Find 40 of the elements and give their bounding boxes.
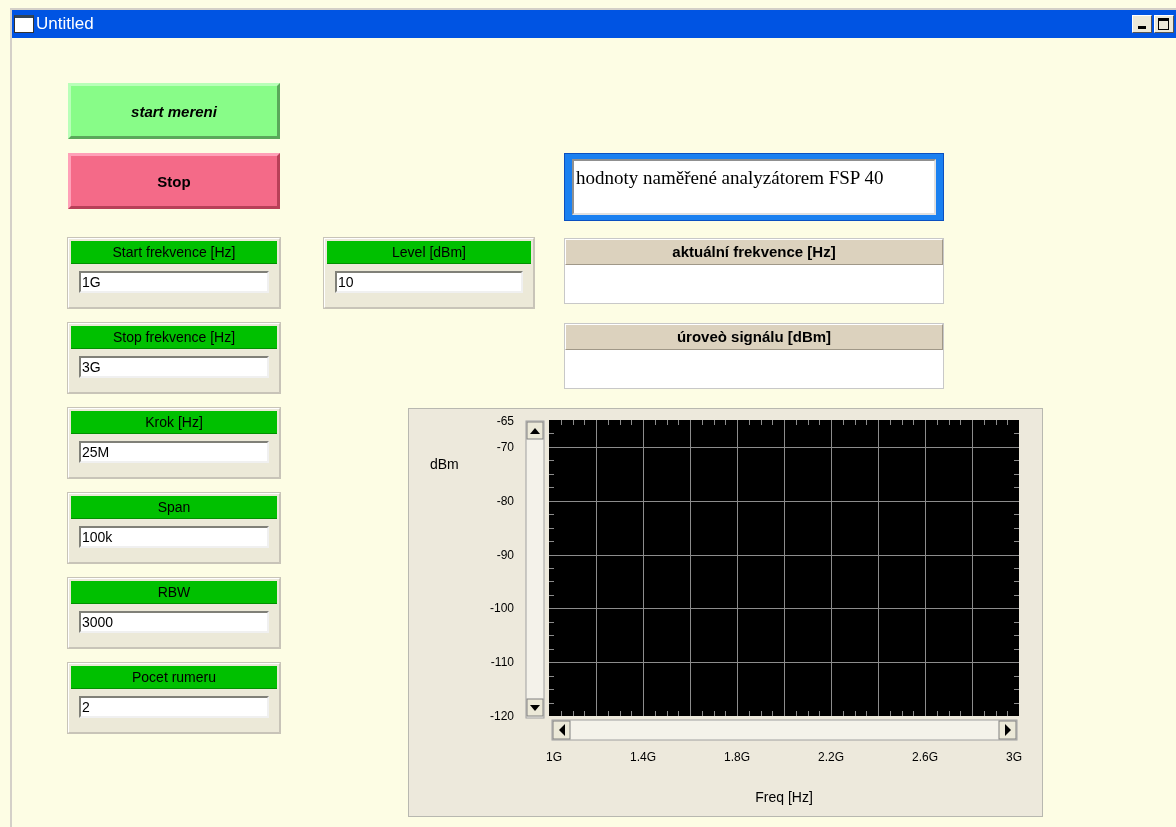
y-tick-label: -65 — [496, 414, 514, 428]
input-field[interactable]: 25M — [79, 441, 269, 463]
horizontal-scrollbar[interactable] — [551, 719, 1018, 741]
start-button[interactable]: start mereni — [68, 83, 280, 139]
x-tick-label: 2.2G — [818, 750, 844, 764]
field-label: Span — [71, 496, 277, 519]
input-field[interactable]: 3000 — [79, 611, 269, 633]
x-tick-label: 3G — [1006, 750, 1022, 764]
minimize-button[interactable] — [1132, 15, 1152, 33]
field-label: Level [dBm] — [327, 241, 531, 264]
field-label: Stop frekvence [Hz] — [71, 326, 277, 349]
vertical-scrollbar[interactable] — [525, 420, 545, 719]
y-tick-label: -80 — [496, 493, 514, 508]
input-field[interactable]: 3G — [79, 356, 269, 378]
input-field[interactable]: 1G — [79, 271, 269, 293]
y-tick-label: -70 — [496, 439, 514, 454]
maximize-button[interactable] — [1154, 15, 1174, 33]
window-icon — [14, 15, 34, 33]
x-tick-label: 2.6G — [912, 750, 938, 764]
readout-label: úroveò signálu [dBm] — [565, 324, 943, 350]
field-label: Start frekvence [Hz] — [71, 241, 277, 264]
y-tick-label: -110 — [490, 655, 514, 670]
stop-button[interactable]: Stop — [68, 153, 280, 209]
x-tick-label: 1.8G — [724, 750, 750, 764]
input-field[interactable]: 100k — [79, 526, 269, 548]
x-tick-label: 1G — [546, 750, 562, 764]
window-title: Untitled — [36, 14, 94, 34]
field-label: Pocet rumeru — [71, 666, 277, 689]
y-tick-label: -120 — [489, 709, 514, 723]
y-axis-title: dBm — [430, 456, 459, 472]
y-tick-label: -90 — [496, 547, 514, 562]
input-field[interactable]: 10 — [335, 271, 523, 293]
readout-label: aktuální frekvence [Hz] — [565, 239, 943, 265]
input-field[interactable]: 2 — [79, 696, 269, 718]
y-tick-label: -100 — [489, 601, 514, 616]
x-tick-label: 1.4G — [630, 750, 656, 764]
field-label: RBW — [71, 581, 277, 604]
x-axis-title: Freq [Hz] — [755, 789, 813, 805]
field-label: Krok [Hz] — [71, 411, 277, 434]
text-field[interactable]: hodnoty naměřené analyzátorem FSP 40 — [564, 153, 944, 221]
